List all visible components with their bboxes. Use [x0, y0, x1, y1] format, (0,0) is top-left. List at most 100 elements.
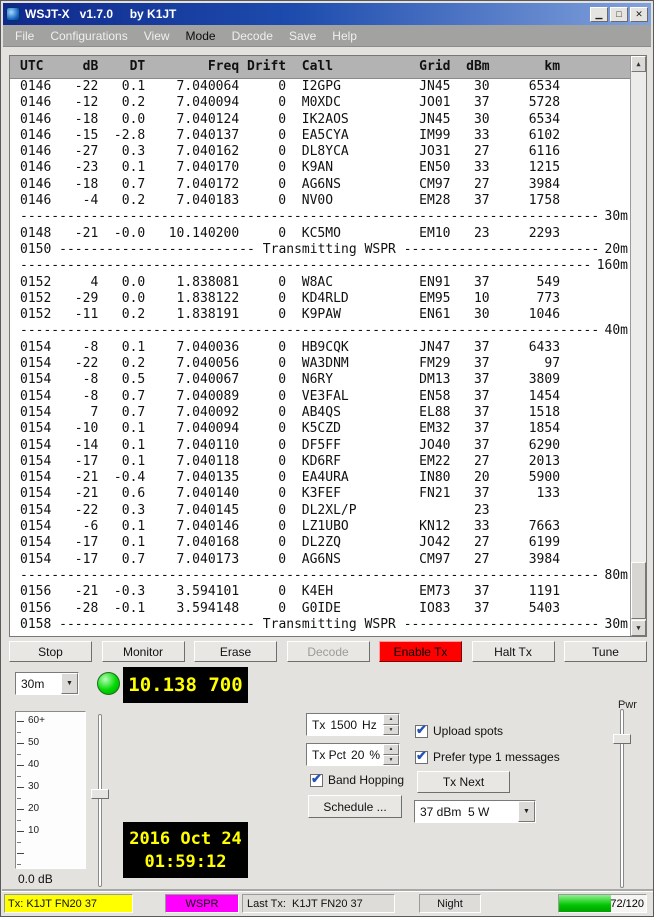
close-icon[interactable]: ✕ [630, 7, 648, 22]
tx-freq-spinner[interactable]: Tx 1500 Hz ▲ ▼ [306, 713, 400, 736]
meter-tick [17, 787, 24, 788]
decode-row: 0146 -12 0.2 7.040094 0 M0XDC JO01 37 57… [20, 95, 630, 111]
scrollbar-thumb[interactable] [631, 562, 646, 619]
chevron-down-icon[interactable]: ▼ [518, 801, 535, 822]
tx-pct-spinner[interactable]: Tx Pct 20 % ▲ ▼ [306, 743, 400, 766]
decode-row: 0146 -27 0.3 7.040162 0 DL8YCA JO31 27 6… [20, 144, 630, 160]
main-buttons: Stop Monitor Erase Decode Enable Tx Halt… [9, 641, 647, 662]
decode-row: 0154 -6 0.1 7.040146 0 LZ1UBO KN12 33 76… [20, 519, 630, 535]
check-icon: ✔ [311, 771, 322, 787]
spin-up-icon[interactable]: ▲ [383, 744, 399, 755]
band-separator: ----------------------------------------… [20, 258, 630, 274]
power-slider-thumb[interactable] [613, 734, 631, 744]
menu-view[interactable]: View [136, 26, 178, 46]
decode-row: 0152 4 0.0 1.838081 0 W8AC EN91 37 549 [20, 275, 630, 291]
meter-tick [17, 776, 21, 777]
decode-row: 0154 -10 0.1 7.040094 0 K5CZD EM32 37 18… [20, 421, 630, 437]
tx-power-combo[interactable]: 37 dBm 5 W ▼ [414, 800, 536, 823]
decode-row: 0152 -11 0.2 1.838191 0 K9PAW EN61 30 10… [20, 307, 630, 323]
tx-freq-value: 1500 [330, 718, 357, 732]
transmit-row: 0150 -----------------------------------… [20, 242, 630, 258]
checkbox-box: ✔ [310, 774, 323, 787]
decode-row: 0154 -21 0.6 7.040140 0 K3FEF FN21 37 13… [20, 486, 630, 502]
meter-tick [17, 831, 24, 832]
clock-date: 2016 Oct 24 [129, 829, 242, 849]
prefer-type1-checkbox[interactable]: ✔ Prefer type 1 messages [415, 750, 560, 764]
decode-row: 0156 -21 -0.3 3.594101 0 K4EH EM73 37 11… [20, 584, 630, 600]
meter-tick [17, 798, 21, 799]
band-combo[interactable]: 30m ▼ [15, 672, 79, 695]
stop-button[interactable]: Stop [9, 641, 92, 662]
meter-tick [17, 809, 24, 810]
meter-tick [17, 864, 21, 865]
clock-display: 2016 Oct 24 01:59:12 [123, 822, 248, 878]
progress-bar: 72/120 [558, 894, 647, 913]
upload-spots-checkbox[interactable]: ✔ Upload spots [415, 724, 503, 738]
chevron-down-icon[interactable]: ▼ [61, 673, 78, 694]
decode-row: 0146 -23 0.1 7.040170 0 K9AN EN50 33 121… [20, 160, 630, 176]
meter-readout: 0.0 dB [18, 872, 53, 886]
spin-down-icon[interactable]: ▼ [383, 755, 399, 766]
decode-row: 0154 -8 0.1 7.040036 0 HB9CQK JN47 37 64… [20, 340, 630, 356]
decode-button[interactable]: Decode [287, 641, 370, 662]
enable-tx-button[interactable]: Enable Tx [379, 641, 462, 662]
spin-down-icon[interactable]: ▼ [383, 725, 399, 736]
window-title: WSJT-X v1.7.0 by K1JT [25, 7, 590, 21]
decode-row: 0154 -8 0.7 7.040089 0 VE3FAL EN58 37 14… [20, 389, 630, 405]
status-lamp [97, 672, 120, 695]
menu-configurations[interactable]: Configurations [42, 26, 135, 46]
signal-meter: 60+5040302010 [15, 711, 86, 869]
decode-row: 0154 -17 0.7 7.040173 0 AG6NS CM97 27 39… [20, 552, 630, 568]
schedule-button[interactable]: Schedule ... [308, 795, 402, 818]
band-separator: ----------------------------------------… [20, 568, 630, 584]
scroll-up-icon[interactable]: ▲ [631, 56, 646, 72]
tx-freq-unit: Hz [362, 718, 377, 732]
spin-up-icon[interactable]: ▲ [383, 714, 399, 725]
band-separator: ----------------------------------------… [20, 209, 630, 225]
maximize-icon[interactable]: □ [610, 7, 628, 22]
title-bar: WSJT-X v1.7.0 by K1JT ▁ □ ✕ [3, 3, 651, 25]
decode-row: 0154 -17 0.1 7.040118 0 KD6RF EM22 27 20… [20, 454, 630, 470]
slider-track [98, 714, 102, 887]
meter-tick [17, 721, 24, 722]
meter-scale-label: 50 [28, 737, 39, 748]
tx-pct-unit: % [369, 748, 380, 762]
decode-row: 0148 -21 -0.0 10.140200 0 KC5MO EM10 23 … [20, 226, 630, 242]
band-separator: ----------------------------------------… [20, 323, 630, 339]
monitor-button[interactable]: Monitor [102, 641, 185, 662]
menu-help[interactable]: Help [324, 26, 365, 46]
meter-scale-label: 10 [28, 825, 39, 836]
band-combo-value: 30m [16, 673, 61, 694]
decode-rows: 0146 -22 0.1 7.040064 0 I2GPG JN45 30 65… [10, 79, 630, 636]
minimize-icon[interactable]: ▁ [590, 7, 608, 22]
scrollbar: ▲ ▼ [630, 56, 646, 636]
checkbox-box: ✔ [415, 725, 428, 738]
meter-scale-label: 30 [28, 781, 39, 792]
tune-button[interactable]: Tune [564, 641, 647, 662]
band-hopping-checkbox[interactable]: ✔ Band Hopping [310, 773, 404, 787]
menu-file[interactable]: File [7, 26, 42, 46]
menu-decode[interactable]: Decode [224, 26, 281, 46]
menu-save[interactable]: Save [281, 26, 324, 46]
erase-button[interactable]: Erase [194, 641, 277, 662]
meter-scale-label: 60+ [28, 715, 45, 726]
meter-tick [17, 765, 24, 766]
tx-freq-label: Tx [312, 718, 325, 732]
checkbox-label: Upload spots [433, 724, 503, 738]
wsjtx-window: WSJT-X v1.7.0 by K1JT ▁ □ ✕ FileConfigur… [0, 0, 654, 917]
scroll-down-icon[interactable]: ▼ [631, 620, 646, 636]
level-slider [91, 712, 109, 889]
mode-badge: WSPR [165, 894, 239, 913]
last-tx-status: Last Tx: K1JT FN20 37 [242, 894, 395, 913]
menu-bar: FileConfigurationsViewModeDecodeSaveHelp [3, 25, 651, 47]
menu-mode[interactable]: Mode [178, 26, 224, 46]
decode-row: 0146 -22 0.1 7.040064 0 I2GPG JN45 30 65… [20, 79, 630, 95]
meter-scale-label: 20 [28, 803, 39, 814]
level-slider-thumb[interactable] [91, 789, 109, 799]
tx-next-button[interactable]: Tx Next [417, 771, 510, 793]
decode-row: 0154 -22 0.2 7.040056 0 WA3DNM FM29 37 9… [20, 356, 630, 372]
decode-row: 0146 -4 0.2 7.040183 0 NV0O EM28 37 1758 [20, 193, 630, 209]
halt-tx-button[interactable]: Halt Tx [472, 641, 555, 662]
decode-header: UTC dB DT Freq Drift Call Grid dBm km [10, 56, 630, 79]
tx-pct-label: Tx Pct [312, 748, 346, 762]
